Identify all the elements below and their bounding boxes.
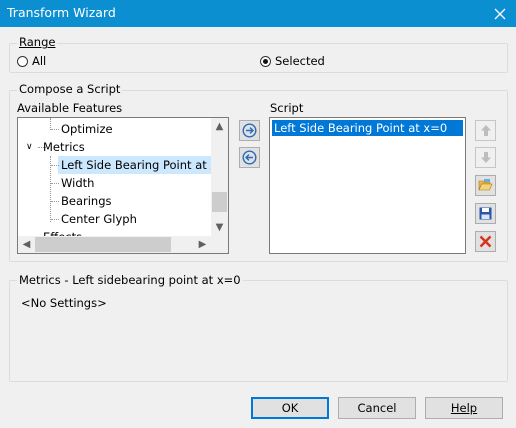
save-script-button[interactable] — [475, 203, 496, 224]
scroll-up-arrow-icon[interactable]: ▲ — [211, 118, 228, 135]
arrow-right-circle-icon — [242, 123, 257, 138]
scroll-down-arrow-icon[interactable]: ▼ — [211, 219, 228, 236]
add-to-script-button[interactable] — [239, 120, 260, 141]
transform-wizard-window: Transform Wizard Range All Selected Comp… — [0, 0, 516, 428]
tree-vertical-scroll-thumb[interactable] — [212, 192, 227, 212]
tree-line — [51, 219, 59, 220]
radio-selected-circle[interactable] — [260, 55, 271, 67]
tree-item-effects[interactable]: Effects — [43, 228, 82, 236]
dialog-button-bar: OK Cancel Help — [0, 388, 516, 428]
script-label: Script — [270, 101, 304, 115]
tree-item-optimize[interactable]: Optimize — [61, 120, 113, 138]
tree-line — [51, 183, 59, 184]
tree-item-metrics[interactable]: Metrics — [43, 138, 85, 156]
tree-horizontal-scrollbar[interactable]: ◀ ▶ — [18, 236, 211, 253]
cancel-button[interactable]: Cancel — [338, 397, 416, 419]
radio-all[interactable]: All — [17, 54, 46, 68]
tree-item-center-glyph[interactable]: Center Glyph — [61, 210, 137, 228]
help-button[interactable]: Help — [425, 397, 503, 419]
expander-chevron-icon[interactable]: ∨ — [26, 138, 33, 156]
scrollbar-corner — [211, 236, 228, 253]
tree-item-bearings[interactable]: Bearings — [61, 192, 112, 210]
delete-script-button[interactable] — [475, 231, 496, 252]
radio-all-circle[interactable] — [17, 55, 28, 67]
radio-all-label: All — [32, 54, 47, 68]
tree-line — [51, 165, 59, 166]
tree-item-left-side-bearing[interactable]: Left Side Bearing Point at x=0 — [58, 156, 228, 174]
range-legend: Range — [17, 35, 58, 49]
save-icon — [479, 207, 492, 220]
tree-line — [51, 201, 59, 202]
close-icon[interactable] — [484, 0, 516, 27]
move-down-button[interactable] — [475, 147, 496, 168]
available-features-tree[interactable]: Optimize ∨ Metrics Left Side Bearing Poi… — [17, 117, 229, 254]
delete-x-icon — [479, 235, 492, 248]
radio-selected[interactable]: Selected — [260, 54, 325, 68]
folder-open-icon — [478, 179, 493, 191]
tree-vertical-scrollbar[interactable]: ▲ ▼ — [211, 118, 228, 236]
tree-item-left-side-bearing-label: Left Side Bearing Point at x=0 — [61, 158, 229, 172]
tree-item-width[interactable]: Width — [61, 174, 94, 192]
arrow-up-icon — [480, 125, 491, 136]
open-script-button[interactable] — [475, 175, 496, 196]
title-bar[interactable]: Transform Wizard — [0, 0, 516, 27]
script-item[interactable]: Left Side Bearing Point at x=0 — [272, 120, 463, 136]
ok-button[interactable]: OK — [251, 397, 329, 419]
no-settings-text: <No Settings> — [21, 296, 107, 310]
settings-legend: Metrics - Left sidebearing point at x=0 — [17, 273, 243, 287]
script-list[interactable]: Left Side Bearing Point at x=0 — [269, 117, 466, 254]
arrow-left-circle-icon — [242, 150, 257, 165]
radio-selected-label: Selected — [275, 54, 325, 68]
arrow-down-icon — [480, 152, 491, 163]
tree-line — [51, 129, 59, 130]
available-features-label: Available Features — [17, 101, 123, 115]
script-item-label: Left Side Bearing Point at x=0 — [274, 121, 448, 135]
scroll-right-arrow-icon[interactable]: ▶ — [194, 236, 211, 253]
tree-horizontal-scroll-thumb[interactable] — [35, 237, 171, 252]
window-title: Transform Wizard — [7, 5, 116, 20]
compose-legend: Compose a Script — [17, 82, 123, 96]
remove-from-script-button[interactable] — [239, 147, 260, 168]
scroll-left-arrow-icon[interactable]: ◀ — [18, 236, 35, 253]
help-button-label: Help — [450, 401, 478, 415]
range-group — [9, 43, 508, 73]
move-up-button[interactable] — [475, 120, 496, 141]
